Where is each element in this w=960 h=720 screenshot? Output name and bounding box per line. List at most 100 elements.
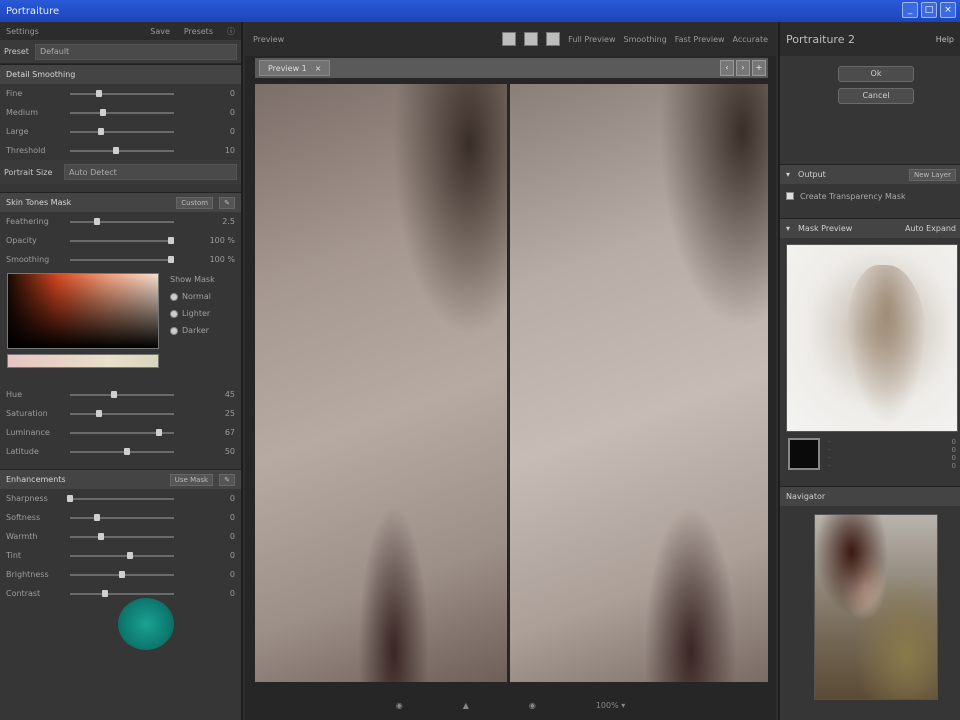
output-header[interactable]: ▾ Output New Layer (780, 164, 960, 184)
hue-bar[interactable] (7, 354, 159, 368)
radio-normal[interactable]: Normal (170, 288, 215, 305)
slider-track[interactable] (70, 409, 174, 417)
zoom-level[interactable]: 100% ▾ (596, 701, 625, 710)
side-by-side-icon[interactable] (546, 32, 561, 46)
slider-track[interactable] (70, 513, 174, 521)
skin-tone-gradient[interactable] (7, 273, 159, 349)
preset-select[interactable]: Default (34, 43, 237, 60)
transparency-mask-row[interactable]: Create Transparency Mask (780, 186, 960, 206)
slider-handle[interactable] (102, 589, 109, 597)
slider-handle[interactable] (167, 255, 174, 263)
slider-track[interactable] (70, 589, 174, 597)
slider-track[interactable] (70, 236, 174, 244)
slider-handle[interactable] (124, 447, 131, 455)
original-image[interactable] (255, 84, 507, 682)
slider-value[interactable]: 0 (205, 570, 235, 579)
cancel-button[interactable]: Cancel (838, 88, 914, 104)
ok-button[interactable]: Ok (838, 66, 914, 82)
slider-track[interactable] (70, 570, 174, 578)
collapse-icon[interactable]: ▾ (786, 224, 790, 233)
slider-value[interactable]: 2.5 (205, 217, 235, 226)
mask-preview-header[interactable]: ▾ Mask Preview Auto Expand (780, 218, 960, 238)
eyedropper-icon[interactable]: ✎ (219, 473, 235, 486)
slider-handle[interactable] (98, 532, 105, 540)
use-mask-toggle[interactable]: Use Mask (169, 473, 214, 486)
slider-handle[interactable] (96, 409, 103, 417)
slider-value[interactable]: 0 (205, 551, 235, 560)
slider-value[interactable]: 50 (205, 447, 235, 456)
mask-color-swatch[interactable] (788, 438, 820, 470)
slider-value[interactable]: 45 (205, 390, 235, 399)
add-icon[interactable]: + (752, 60, 766, 76)
portrait-size-select[interactable]: Auto Detect (64, 164, 237, 180)
mask-mode-select[interactable]: Custom (176, 196, 214, 209)
eyedropper-icon[interactable]: ✎ (219, 196, 235, 209)
transparency-mask-checkbox[interactable] (786, 192, 794, 200)
slider-handle[interactable] (156, 428, 163, 436)
full-preview-option[interactable]: Full Preview (568, 35, 615, 44)
slider-handle[interactable] (127, 551, 134, 559)
navigator-header[interactable]: Navigator (780, 486, 960, 506)
slider-handle[interactable] (94, 513, 101, 521)
slider-handle[interactable] (167, 236, 174, 244)
slider-handle[interactable] (112, 146, 119, 154)
slider-value[interactable]: 0 (205, 494, 235, 503)
slider-handle[interactable] (119, 570, 125, 578)
slider-track[interactable] (70, 89, 174, 97)
output-select[interactable]: New Layer (908, 168, 956, 181)
slider-handle[interactable] (98, 127, 105, 135)
slider-handle[interactable] (94, 217, 101, 225)
enhancements-header[interactable]: Enhancements Use Mask ✎ (0, 469, 241, 489)
prev-icon[interactable]: ‹ (720, 60, 734, 76)
slider-value[interactable]: 0 (205, 108, 235, 117)
radio-lighter[interactable]: Lighter (170, 305, 215, 322)
slider-handle[interactable] (110, 390, 117, 398)
slider-value[interactable]: 10 (205, 146, 235, 155)
slider-value[interactable]: 25 (205, 409, 235, 418)
slider-value[interactable]: 0 (205, 532, 235, 541)
tab-preview-1[interactable]: Preview 1 × (259, 60, 331, 76)
slider-value[interactable]: 0 (205, 513, 235, 522)
slider-value[interactable]: 100 % (205, 255, 235, 264)
detail-smoothing-header[interactable]: Detail Smoothing (0, 64, 241, 84)
skin-tones-mask-header[interactable]: Skin Tones Mask Custom ✎ (0, 192, 241, 212)
slider-value[interactable]: 0 (205, 127, 235, 136)
slider-track[interactable] (70, 428, 174, 436)
tab-presets[interactable]: Presets (184, 27, 213, 36)
slider-track[interactable] (67, 494, 174, 502)
slider-value[interactable]: 0 (205, 89, 235, 98)
slider-handle[interactable] (100, 108, 107, 116)
slider-value[interactable]: 67 (205, 428, 235, 437)
collapse-icon[interactable]: ▾ (786, 170, 790, 179)
single-view-icon[interactable] (502, 32, 517, 46)
split-view-icon[interactable] (524, 32, 539, 46)
accurate-option[interactable]: Accurate (733, 35, 768, 44)
info-icon[interactable]: ⓘ (227, 26, 235, 37)
zoom-in-icon[interactable]: ◉ (529, 701, 536, 710)
slider-track[interactable] (70, 447, 174, 455)
retouched-image[interactable] (510, 84, 768, 682)
slider-handle[interactable] (96, 89, 103, 97)
maximize-button[interactable]: □ (921, 2, 937, 18)
radio-darker[interactable]: Darker (170, 322, 215, 339)
fast-preview-option[interactable]: Fast Preview (675, 35, 725, 44)
zoom-slider-icon[interactable]: ▲ (463, 701, 469, 710)
slider-track[interactable] (70, 108, 174, 116)
close-icon[interactable]: × (315, 64, 322, 73)
tab-settings[interactable]: Settings (6, 27, 39, 36)
next-icon[interactable]: › (736, 60, 750, 76)
slider-track[interactable] (70, 217, 174, 225)
auto-expand-toggle[interactable]: Auto Expand (905, 224, 956, 233)
slider-track[interactable] (70, 127, 174, 135)
zoom-out-icon[interactable]: ◉ (396, 701, 403, 710)
navigator-thumbnail[interactable] (814, 514, 938, 700)
slider-track[interactable] (70, 146, 174, 154)
slider-track[interactable] (70, 551, 174, 559)
slider-handle[interactable] (67, 494, 73, 502)
minimize-button[interactable]: _ (902, 2, 918, 18)
smoothing-option[interactable]: Smoothing (624, 35, 667, 44)
slider-value[interactable]: 100 % (205, 236, 235, 245)
tab-save[interactable]: Save (150, 27, 170, 36)
slider-track[interactable] (70, 532, 174, 540)
close-button[interactable]: × (940, 2, 956, 18)
